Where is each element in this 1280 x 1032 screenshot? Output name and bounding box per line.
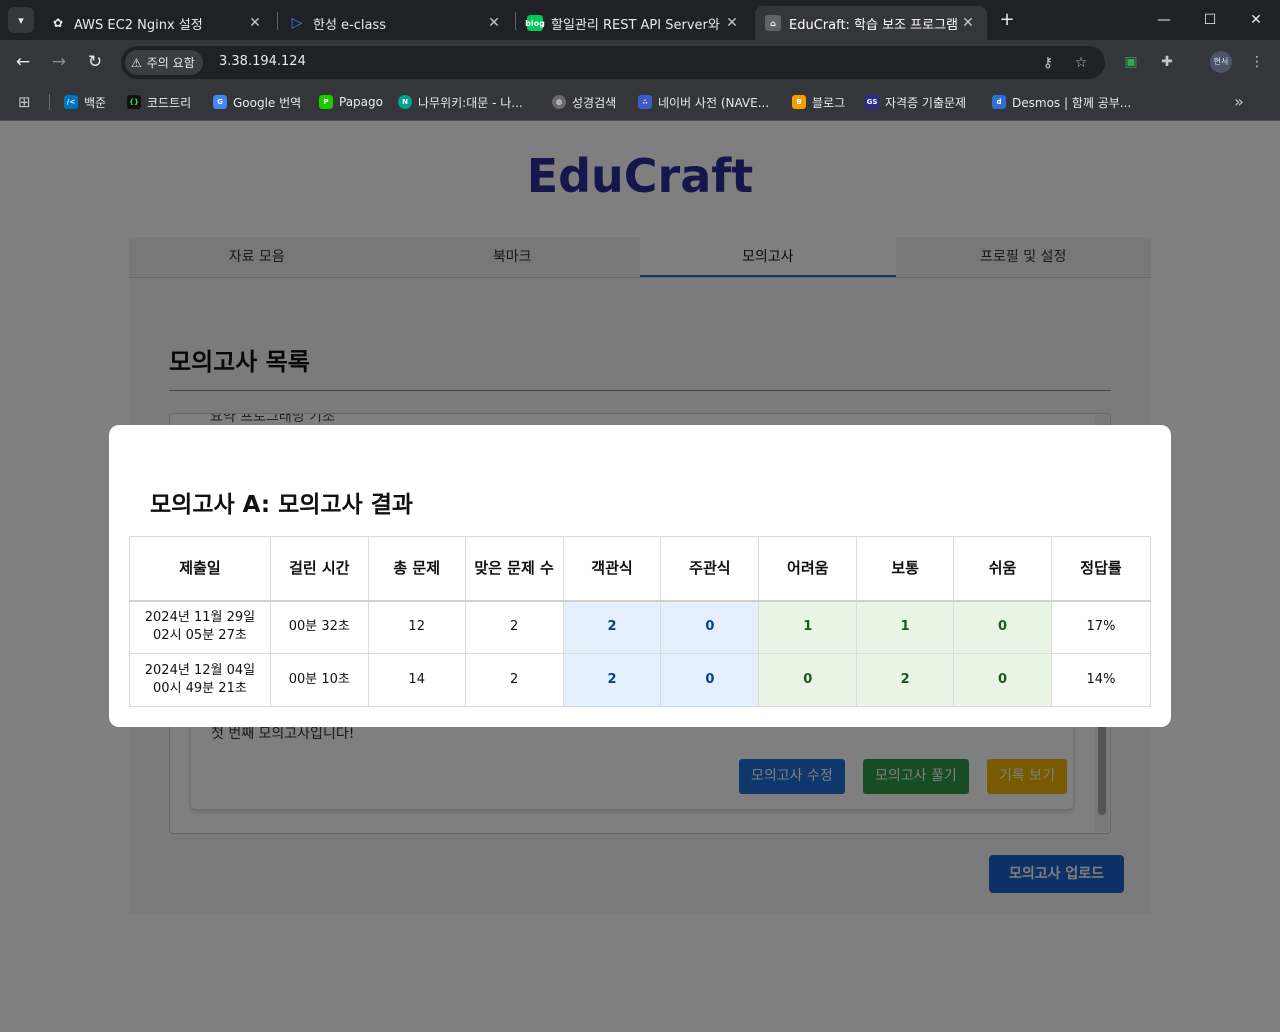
browser-tab-1[interactable]: ✿ AWS EC2 Nginx 설정 ✕ [40, 6, 274, 40]
blog-favicon-icon: blog [525, 15, 545, 31]
browser-tab-active[interactable]: ⌂ EduCraft: 학습 보조 프로그램 ✕ [755, 6, 987, 40]
bookmarks-bar: ⊞ /< 백준 {} 코드트리 G Google 번역 P Papago N 나무위키:대… [0, 84, 1280, 121]
new-tab-plus-icon[interactable]: + [996, 9, 1018, 31]
column-header: 총 문제 [367, 536, 466, 602]
column-header: 어려움 [758, 536, 858, 602]
baekjoon-icon: /< [64, 95, 78, 109]
total-questions-cell: 14 [367, 653, 466, 707]
apps-grid-icon[interactable]: ⊞ [18, 93, 36, 111]
naver-dictionary-icon: ∴ [638, 95, 652, 109]
bookmarks-overflow-icon[interactable]: » [1234, 92, 1244, 111]
easy-cell: 0 [953, 600, 1052, 654]
bookmark-item[interactable]: /< 백준 [64, 92, 106, 112]
eclass-favicon-icon: ▷ [289, 15, 305, 31]
column-header: 쉬움 [953, 536, 1052, 602]
forward-arrow-icon[interactable]: → [47, 50, 71, 74]
bookmark-item[interactable]: {} 코드트리 [127, 92, 191, 112]
bookmark-item[interactable]: N 나무위키:대문 - 나... [398, 92, 523, 112]
duration-cell: 00분 32초 [269, 600, 369, 654]
minimize-icon[interactable]: — [1152, 8, 1176, 32]
globe-icon: ◍ [552, 95, 566, 109]
openai-favicon-icon: ✿ [50, 15, 66, 31]
extensions-puzzle-icon[interactable]: ✚ [1155, 50, 1179, 74]
educraft-favicon-icon: ⌂ [765, 15, 781, 31]
easy-cell: 0 [953, 653, 1052, 707]
close-tab-icon[interactable]: ✕ [246, 15, 264, 31]
close-tab-icon[interactable]: ✕ [485, 15, 503, 31]
tab-separator [277, 12, 278, 30]
maximize-icon[interactable]: ☐ [1198, 8, 1222, 32]
close-tab-icon[interactable]: ✕ [959, 15, 977, 31]
column-header: 주관식 [660, 536, 760, 602]
result-table: 제출일 걸린 시간 총 문제 맞은 문제 수 객관식 주관식 어려움 보통 쉬움… [129, 536, 1152, 707]
accuracy-cell: 17% [1050, 600, 1152, 654]
password-key-icon[interactable]: ⚷ [1038, 53, 1058, 73]
submit-date-cell: 2024년 11월 29일 02시 05분 27초 [129, 600, 271, 654]
bookmark-item[interactable]: ∴ 네이버 사전 (NAVE... [638, 92, 769, 112]
close-tab-icon[interactable]: ✕ [723, 15, 741, 31]
accuracy-cell: 14% [1050, 653, 1152, 707]
column-header: 정답률 [1050, 536, 1152, 602]
google-translate-icon: G [213, 95, 227, 109]
normal-cell: 2 [856, 653, 955, 707]
tab-separator [515, 12, 516, 30]
tab-search-chevron-icon[interactable]: ▾ [8, 7, 34, 33]
bookmark-item[interactable]: P Papago [319, 92, 383, 112]
normal-cell: 1 [856, 600, 955, 654]
table-row: 2024년 11월 29일 02시 05분 27초 00분 32초 12 2 2… [129, 600, 1152, 654]
url-text[interactable]: 3.38.194.124 [219, 54, 306, 69]
hard-cell: 1 [758, 600, 858, 654]
modal-title: 모의고사 A: 모의고사 결과 [150, 492, 414, 518]
browser-tab-2[interactable]: ▷ 한성 e-class ✕ [279, 6, 513, 40]
submit-date-cell: 2024년 12월 04일 00시 49분 21초 [129, 653, 271, 707]
exam-result-modal: 모의고사 A: 모의고사 결과 제출일 걸린 시간 총 문제 맞은 문제 수 객… [109, 425, 1171, 727]
duration-cell: 00분 10초 [269, 653, 369, 707]
cbt-exam-icon: GS [865, 95, 879, 109]
codetree-icon: {} [127, 95, 141, 109]
bookmark-star-icon[interactable]: ☆ [1071, 53, 1091, 73]
desmos-icon: d [992, 95, 1006, 109]
table-row: 2024년 12월 04일 00시 49분 21초 00분 10초 14 2 2… [129, 653, 1152, 707]
bookmark-item[interactable]: B 블로그 [792, 92, 845, 112]
profile-avatar[interactable]: 현서 [1210, 51, 1232, 73]
column-header: 제출일 [129, 536, 271, 602]
bookmark-item[interactable]: GS 자격증 기출문제 [865, 92, 966, 112]
warning-triangle-icon: ⚠ [131, 55, 142, 70]
namuwiki-icon: N [398, 95, 412, 109]
correct-count-cell: 2 [464, 600, 564, 654]
column-header: 객관식 [562, 536, 662, 602]
objective-cell: 2 [562, 600, 662, 654]
browser-toolbar: ← → ↻ ⚠ 주의 요함 3.38.194.124 ⚷ ☆ ▣ ✚ 현서 ⋮ [0, 40, 1280, 84]
column-header: 걸린 시간 [269, 536, 369, 602]
total-questions-cell: 12 [367, 600, 466, 654]
back-arrow-icon[interactable]: ← [11, 50, 35, 74]
table-header-row: 제출일 걸린 시간 총 문제 맞은 문제 수 객관식 주관식 어려움 보통 쉬움… [129, 536, 1152, 602]
subjective-cell: 0 [660, 653, 760, 707]
bookmark-item[interactable]: G Google 번역 [213, 92, 301, 112]
papago-icon: P [319, 95, 333, 109]
bookmarks-divider [49, 94, 50, 110]
address-bar[interactable]: ⚠ 주의 요함 3.38.194.124 ⚷ ☆ [121, 46, 1105, 79]
reload-icon[interactable]: ↻ [83, 50, 107, 74]
browser-tab-3[interactable]: blog 할일관리 REST API Server와 Cl ✕ [517, 6, 751, 40]
column-header: 맞은 문제 수 [464, 536, 564, 602]
column-header: 보통 [856, 536, 955, 602]
tab-strip: ▾ ✿ AWS EC2 Nginx 설정 ✕ ▷ 한성 e-class ✕ bl… [0, 0, 1280, 40]
close-window-icon[interactable]: ✕ [1244, 8, 1268, 32]
blogger-icon: B [792, 95, 806, 109]
subjective-cell: 0 [660, 600, 760, 654]
extension-badge-icon[interactable]: ▣ [1119, 50, 1143, 74]
objective-cell: 2 [562, 653, 662, 707]
security-warning-chip[interactable]: ⚠ 주의 요함 [125, 50, 203, 75]
hard-cell: 0 [758, 653, 858, 707]
bookmark-item[interactable]: ◍ 성경검색 [552, 92, 616, 112]
more-menu-icon[interactable]: ⋮ [1245, 50, 1269, 74]
correct-count-cell: 2 [464, 653, 564, 707]
bookmark-item[interactable]: d Desmos | 함께 공부... [992, 92, 1131, 112]
